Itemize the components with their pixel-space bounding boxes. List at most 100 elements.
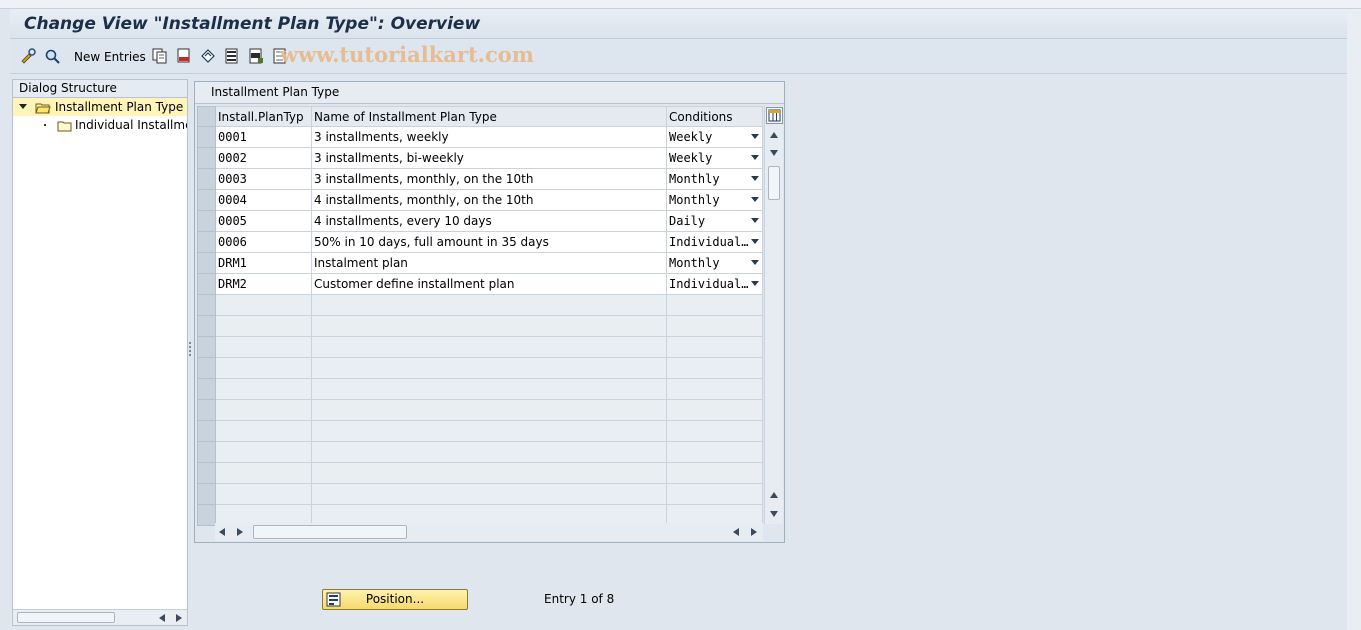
plan-name-cell[interactable]: 4 installments, every 10 days bbox=[311, 210, 667, 232]
empty-cell[interactable] bbox=[311, 378, 667, 400]
plan-type-cell[interactable]: 0002 bbox=[215, 147, 312, 169]
dropdown-arrow-icon[interactable] bbox=[751, 218, 759, 223]
conditions-dropdown[interactable]: Monthly bbox=[666, 189, 763, 211]
table-row[interactable]: 0003 3 installments, monthly, on the 10th… bbox=[197, 168, 763, 190]
empty-table-row[interactable] bbox=[197, 441, 763, 463]
conditions-dropdown[interactable]: Weekly bbox=[666, 126, 763, 148]
row-selector[interactable] bbox=[197, 399, 216, 421]
conditions-dropdown[interactable]: Individual… bbox=[666, 273, 763, 295]
select-all-rows-cell[interactable] bbox=[197, 106, 216, 127]
empty-table-row[interactable] bbox=[197, 315, 763, 337]
empty-cell[interactable] bbox=[311, 441, 667, 463]
plan-name-cell[interactable]: Customer define installment plan bbox=[311, 273, 667, 295]
empty-cell[interactable] bbox=[311, 420, 667, 442]
empty-cell[interactable] bbox=[311, 462, 667, 484]
find-icon[interactable] bbox=[44, 48, 60, 64]
table-vscroll[interactable] bbox=[764, 106, 783, 524]
scroll-right-end-icon[interactable] bbox=[751, 528, 757, 536]
row-selector[interactable] bbox=[197, 147, 216, 169]
empty-table-row[interactable] bbox=[197, 483, 763, 505]
delete-icon[interactable] bbox=[176, 48, 192, 64]
page-up-icon[interactable] bbox=[770, 492, 778, 498]
new-entries-button[interactable]: New Entries bbox=[74, 50, 146, 64]
select-block-icon[interactable] bbox=[248, 48, 264, 64]
conditions-dropdown[interactable]: Weekly bbox=[666, 147, 763, 169]
empty-cell[interactable] bbox=[666, 399, 763, 421]
empty-cell[interactable] bbox=[215, 483, 312, 505]
empty-table-row[interactable] bbox=[197, 378, 763, 400]
row-selector[interactable] bbox=[197, 273, 216, 295]
table-row[interactable]: DRM1 Instalment plan Monthly bbox=[197, 252, 763, 274]
plan-name-cell[interactable]: 3 installments, monthly, on the 10th bbox=[311, 168, 667, 190]
row-selector[interactable] bbox=[197, 210, 216, 232]
empty-cell[interactable] bbox=[666, 336, 763, 358]
empty-cell[interactable] bbox=[215, 441, 312, 463]
empty-cell[interactable] bbox=[215, 378, 312, 400]
row-selector[interactable] bbox=[197, 441, 216, 463]
empty-cell[interactable] bbox=[666, 357, 763, 379]
select-all-icon[interactable] bbox=[224, 48, 240, 64]
empty-cell[interactable] bbox=[215, 336, 312, 358]
empty-table-row[interactable] bbox=[197, 294, 763, 316]
scroll-left-icon[interactable] bbox=[219, 528, 225, 536]
plan-name-cell[interactable]: 50% in 10 days, full amount in 35 days bbox=[311, 231, 667, 253]
table-row[interactable]: 0005 4 installments, every 10 days Daily bbox=[197, 210, 763, 232]
empty-cell[interactable] bbox=[666, 483, 763, 505]
conditions-dropdown[interactable]: Monthly bbox=[666, 168, 763, 190]
plan-name-cell[interactable]: 3 installments, bi-weekly bbox=[311, 147, 667, 169]
empty-cell[interactable] bbox=[311, 483, 667, 505]
column-settings-icon[interactable] bbox=[766, 107, 783, 124]
copy-icon[interactable] bbox=[152, 48, 168, 64]
row-selector[interactable] bbox=[197, 126, 216, 148]
table-row[interactable]: 0004 4 installments, monthly, on the 10th… bbox=[197, 189, 763, 211]
dropdown-arrow-icon[interactable] bbox=[751, 134, 759, 139]
empty-cell[interactable] bbox=[311, 315, 667, 337]
empty-table-row[interactable] bbox=[197, 399, 763, 421]
undo-icon[interactable] bbox=[200, 48, 216, 64]
table-row[interactable]: DRM2 Customer define installment plan Indi… bbox=[197, 273, 763, 295]
expand-arrow-icon[interactable] bbox=[19, 104, 27, 109]
conditions-dropdown[interactable]: Monthly bbox=[666, 252, 763, 274]
display-change-icon[interactable] bbox=[20, 48, 36, 64]
row-selector[interactable] bbox=[197, 231, 216, 253]
empty-cell[interactable] bbox=[215, 315, 312, 337]
scroll-down-icon[interactable] bbox=[770, 150, 778, 156]
table-row[interactable]: 0002 3 installments, bi-weekly Weekly bbox=[197, 147, 763, 169]
empty-cell[interactable] bbox=[311, 357, 667, 379]
plan-name-cell[interactable]: 3 installments, weekly bbox=[311, 126, 667, 148]
empty-cell[interactable] bbox=[666, 378, 763, 400]
scroll-left-icon[interactable] bbox=[159, 614, 165, 622]
plan-type-cell[interactable]: 0006 bbox=[215, 231, 312, 253]
empty-cell[interactable] bbox=[666, 294, 763, 316]
table-row[interactable]: 0001 3 installments, weekly Weekly bbox=[197, 126, 763, 148]
plan-type-cell[interactable]: 0005 bbox=[215, 210, 312, 232]
plan-type-cell[interactable]: 0003 bbox=[215, 168, 312, 190]
empty-cell[interactable] bbox=[311, 336, 667, 358]
dropdown-arrow-icon[interactable] bbox=[751, 239, 759, 244]
plan-name-cell[interactable]: 4 installments, monthly, on the 10th bbox=[311, 189, 667, 211]
dropdown-arrow-icon[interactable] bbox=[751, 281, 759, 286]
plan-type-cell[interactable]: 0001 bbox=[215, 126, 312, 148]
position-button[interactable]: Position... bbox=[322, 589, 468, 610]
table-hscroll[interactable] bbox=[215, 523, 763, 541]
empty-cell[interactable] bbox=[311, 294, 667, 316]
column-header-name[interactable]: Name of Installment Plan Type bbox=[311, 106, 667, 127]
scroll-right-icon[interactable] bbox=[237, 528, 243, 536]
plan-type-cell[interactable]: 0004 bbox=[215, 189, 312, 211]
scroll-right-icon[interactable] bbox=[176, 614, 182, 622]
plan-type-cell[interactable]: DRM2 bbox=[215, 273, 312, 295]
dropdown-arrow-icon[interactable] bbox=[751, 197, 759, 202]
scroll-thumb[interactable] bbox=[253, 525, 407, 539]
row-selector[interactable] bbox=[197, 252, 216, 274]
row-selector[interactable] bbox=[197, 189, 216, 211]
plan-name-cell[interactable]: Instalment plan bbox=[311, 252, 667, 274]
row-selector[interactable] bbox=[197, 378, 216, 400]
scroll-thumb[interactable] bbox=[17, 612, 115, 623]
row-selector[interactable] bbox=[197, 168, 216, 190]
pane-splitter[interactable] bbox=[188, 340, 192, 360]
dropdown-arrow-icon[interactable] bbox=[751, 155, 759, 160]
tree-item-individual-installment[interactable]: Individual Installment bbox=[13, 116, 187, 134]
empty-cell[interactable] bbox=[215, 420, 312, 442]
conditions-dropdown[interactable]: Daily bbox=[666, 210, 763, 232]
dropdown-arrow-icon[interactable] bbox=[751, 260, 759, 265]
